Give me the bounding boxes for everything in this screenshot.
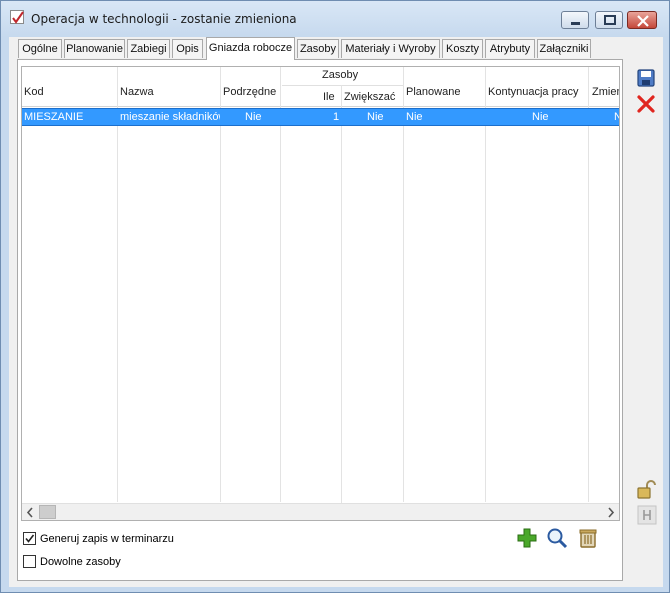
tab-opis[interactable]: Opis <box>172 39 203 58</box>
dowolne-zasoby-label[interactable]: Dowolne zasoby <box>40 556 121 568</box>
generuj-zapis-checkbox[interactable] <box>23 532 36 545</box>
plus-icon <box>517 528 537 548</box>
title-bar[interactable]: Operacja w technologii - zostanie zmieni… <box>1 1 669 37</box>
add-button[interactable] <box>515 526 539 550</box>
tab-atrybuty[interactable]: Atrybuty <box>485 39 535 58</box>
tab-zasoby[interactable]: Zasoby <box>297 39 339 58</box>
col-planowane[interactable]: Planowane <box>406 86 460 98</box>
col-kod[interactable]: Kod <box>24 86 44 98</box>
table-row[interactable]: MIESZANIE mieszanie składników Nie 1 Nie… <box>22 108 619 126</box>
tab-koszty[interactable]: Koszty <box>442 39 483 58</box>
scroll-left-button[interactable] <box>22 504 39 520</box>
delete-button[interactable] <box>576 526 600 550</box>
window-title: Operacja w technologii - zostanie zmieni… <box>31 12 297 26</box>
cancel-button[interactable] <box>635 93 657 115</box>
cell-kod: MIESZANIE <box>24 111 84 123</box>
padlock-icon <box>637 480 656 499</box>
save-icon <box>637 69 655 87</box>
cell-zwiekszac: Nie <box>367 111 384 123</box>
dialog-client: Ogólne Planowanie Zabiegi Opis Gniazda r… <box>9 37 663 587</box>
view-button[interactable] <box>545 526 569 550</box>
dialog-window: Operacja w technologii - zostanie zmieni… <box>0 0 670 593</box>
maximize-button[interactable] <box>595 11 623 29</box>
tab-zabiegi[interactable]: Zabiegi <box>127 39 170 58</box>
cell-zmienne: N <box>614 111 619 123</box>
scroll-thumb[interactable] <box>39 505 56 519</box>
grid-header: Kod Nazwa Podrzędne Zasoby Ile Zwiększać… <box>22 67 619 107</box>
col-kontynuacja[interactable]: Kontynuacja pracy <box>488 86 579 98</box>
minimize-button[interactable] <box>561 11 589 29</box>
app-check-icon <box>10 10 24 24</box>
trash-icon <box>579 529 597 548</box>
dowolne-zasoby-checkbox[interactable] <box>23 555 36 568</box>
magnifier-icon <box>547 528 568 549</box>
lock-button[interactable] <box>635 479 657 501</box>
col-ile[interactable]: Ile <box>323 91 335 103</box>
save-button[interactable] <box>635 67 657 89</box>
tab-gniazda-robocze[interactable]: Gniazda robocze <box>206 37 295 60</box>
horizontal-scrollbar[interactable] <box>22 503 619 520</box>
col-zwiekszac[interactable]: Zwiększać <box>344 91 395 103</box>
tab-planowanie[interactable]: Planowanie <box>64 39 125 58</box>
tab-panel-gniazda: Kod Nazwa Podrzędne Zasoby Ile Zwiększać… <box>17 59 623 581</box>
tab-ogolne[interactable]: Ogólne <box>18 39 62 58</box>
scroll-right-button[interactable] <box>602 504 619 520</box>
workstations-grid[interactable]: Kod Nazwa Podrzędne Zasoby Ile Zwiększać… <box>21 66 620 521</box>
col-nazwa[interactable]: Nazwa <box>120 86 154 98</box>
tab-materialy-i-wyroby[interactable]: Materiały i Wyroby <box>341 39 440 58</box>
col-group-zasoby: Zasoby <box>322 69 359 81</box>
cell-nazwa: mieszanie składników <box>120 111 220 123</box>
close-window-button[interactable] <box>627 11 657 29</box>
unlink-button[interactable] <box>637 505 659 527</box>
cell-podrzedne: Nie <box>245 111 262 123</box>
col-podrzedne[interactable]: Podrzędne <box>223 86 276 98</box>
unlink-icon <box>637 505 657 525</box>
generuj-zapis-label[interactable]: Generuj zapis w terminarzu <box>40 533 174 545</box>
cell-ile: 1 <box>333 111 340 123</box>
col-zmienne[interactable]: Zmienn <box>592 86 619 98</box>
cell-planowane: Nie <box>406 111 423 123</box>
close-x-icon <box>637 95 655 113</box>
tab-zalaczniki[interactable]: Załączniki <box>537 39 591 58</box>
cell-kontynuacja: Nie <box>532 111 549 123</box>
